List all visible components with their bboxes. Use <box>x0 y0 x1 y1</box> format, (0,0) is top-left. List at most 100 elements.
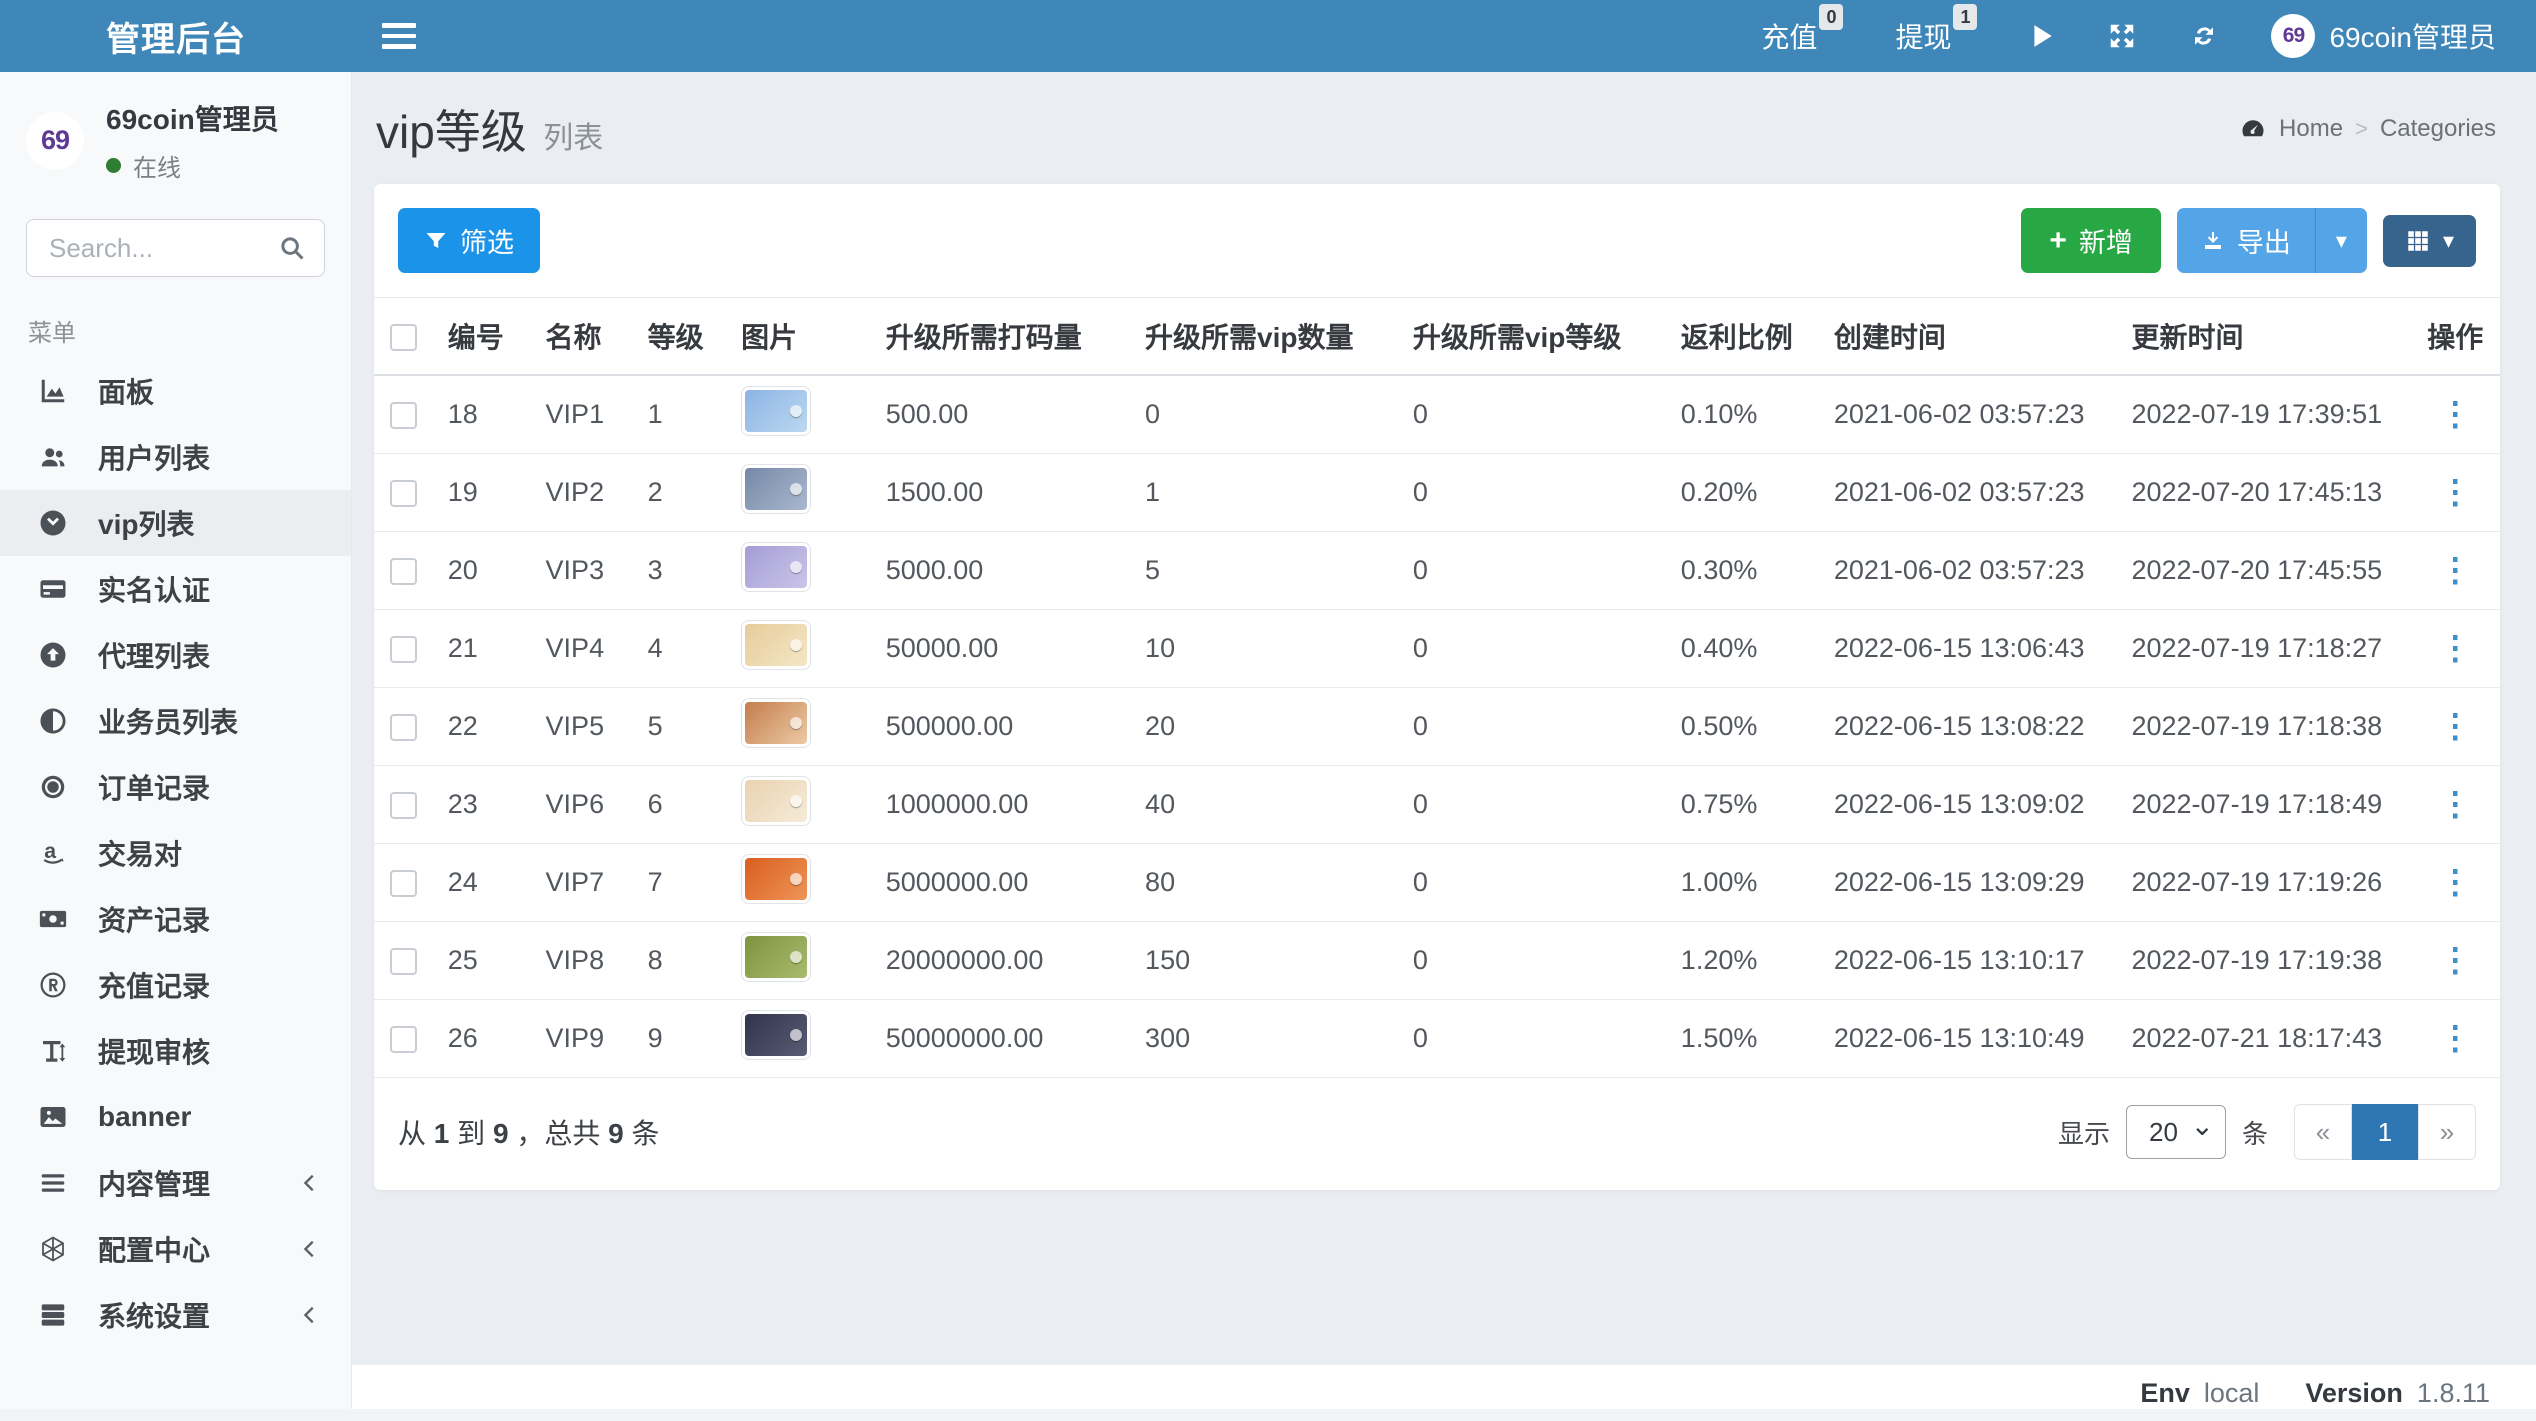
row-actions-button[interactable]: ⋮ <box>2439 865 2472 898</box>
cell-id: 18 <box>437 375 536 454</box>
vip-image-thumbnail[interactable] <box>741 386 812 436</box>
sidebar-item-banner[interactable]: banner <box>0 1084 351 1150</box>
cell-rebate: 1.00% <box>1670 843 1824 922</box>
sidebar-item-面板[interactable]: 面板 <box>0 358 351 424</box>
cell-vip-level: 0 <box>1402 687 1671 766</box>
vip-image-thumbnail[interactable] <box>741 776 812 826</box>
breadcrumb-separator: > <box>2355 116 2368 141</box>
cell-name: VIP8 <box>535 921 638 1000</box>
dashboard-icon <box>2239 115 2267 143</box>
prev-page-button[interactable]: « <box>2294 1104 2352 1160</box>
next-page-button[interactable]: » <box>2418 1104 2476 1160</box>
sidebar-item-配置中心[interactable]: 配置中心 <box>0 1216 351 1282</box>
page-size-select[interactable]: 20 <box>2125 1105 2226 1159</box>
cell-vip-level: 0 <box>1402 921 1671 1000</box>
columns-toggle-button[interactable]: ▾ <box>2382 214 2476 267</box>
sidebar-item-业务员列表[interactable]: 业务员列表 <box>0 688 351 754</box>
vip-image-thumbnail[interactable] <box>741 698 812 748</box>
vip-table: 编号 名称 等级 图片 升级所需打码量 升级所需vip数量 升级所需vip等级 返利比例 创建时… <box>374 297 2500 1078</box>
fullscreen-icon[interactable] <box>2107 21 2137 51</box>
row-actions-button[interactable]: ⋮ <box>2439 1021 2472 1054</box>
row-actions-button[interactable]: ⋮ <box>2439 787 2472 820</box>
sidebar-item-内容管理[interactable]: 内容管理 <box>0 1150 351 1216</box>
row-checkbox[interactable] <box>390 402 417 430</box>
env-value: local <box>2203 1377 2260 1408</box>
refresh-icon[interactable] <box>2189 21 2219 51</box>
table-row: 22 VIP5 5 500000.00 20 0 0.50% 2022-06-15 13:08… <box>374 687 2500 766</box>
column-header: 等级 <box>637 297 732 376</box>
vip-image-thumbnail[interactable] <box>741 542 812 592</box>
vip-image-thumbnail[interactable] <box>741 854 812 904</box>
row-actions-button[interactable]: ⋮ <box>2439 553 2472 586</box>
cell-rebate: 0.40% <box>1670 609 1824 688</box>
cell-level: 1 <box>637 375 732 454</box>
sidebar-item-系统设置[interactable]: 系统设置 <box>0 1282 351 1348</box>
page-size-label: 显示 <box>2057 1118 2110 1149</box>
sidebar-item-实名认证[interactable]: 实名认证 <box>0 556 351 622</box>
cell-bet-amount: 5000000.00 <box>875 843 1136 922</box>
add-button[interactable]: + 新增 <box>2021 208 2161 273</box>
vip-image-thumbnail[interactable] <box>741 932 812 982</box>
recharge-nav-item[interactable]: 充值 0 <box>1761 4 1844 56</box>
breadcrumb-home-link[interactable]: Home <box>2279 115 2343 143</box>
cell-level: 6 <box>637 765 732 844</box>
sidebar-item-资产记录[interactable]: 资产记录 <box>0 886 351 952</box>
table-row: 21 VIP4 4 50000.00 10 0 0.40% 2022-06-15 13:06:… <box>374 609 2500 688</box>
vip-image-thumbnail[interactable] <box>741 464 812 514</box>
download-icon <box>2201 229 2225 253</box>
row-checkbox[interactable] <box>390 714 417 742</box>
recharge-label: 充值 <box>1761 22 1818 53</box>
sidebar-item-用户列表[interactable]: 用户列表 <box>0 424 351 490</box>
cell-created-at: 2022-06-15 13:09:29 <box>1823 843 2122 922</box>
cell-id: 26 <box>437 999 536 1078</box>
table-row: 24 VIP7 7 5000000.00 80 0 1.00% 2022-06-15 13:0… <box>374 843 2500 922</box>
chevron-left-icon <box>299 1238 321 1260</box>
sidebar-item-订单记录[interactable]: 订单记录 <box>0 754 351 820</box>
row-actions-button[interactable]: ⋮ <box>2439 943 2472 976</box>
search-icon[interactable] <box>277 233 307 263</box>
play-icon[interactable] <box>2029 22 2055 50</box>
select-all-checkbox[interactable] <box>390 324 417 352</box>
row-actions-button[interactable]: ⋮ <box>2439 709 2472 742</box>
row-checkbox[interactable] <box>390 480 417 508</box>
column-header: 创建时间 <box>1823 297 2122 376</box>
sidebar-item-vip列表[interactable]: vip列表 <box>0 490 351 556</box>
row-checkbox[interactable] <box>390 636 417 664</box>
row-checkbox[interactable] <box>390 558 417 586</box>
cell-updated-at: 2022-07-19 17:19:38 <box>2121 921 2411 1000</box>
sidebar-item-充值记录[interactable]: 充值记录 <box>0 952 351 1018</box>
vip-image-thumbnail[interactable] <box>741 1010 812 1060</box>
row-actions-button[interactable]: ⋮ <box>2439 475 2472 508</box>
toolbar-right: + 新增 导出 ▾ ▾ <box>2021 208 2476 273</box>
amazon-a-icon: a <box>38 838 84 868</box>
filter-button[interactable]: 筛选 <box>398 208 540 273</box>
sidebar-item-代理列表[interactable]: 代理列表 <box>0 622 351 688</box>
page-1-button[interactable]: 1 <box>2352 1104 2418 1160</box>
table-footer: 从 1 到 9 ，总共 9 条 显示 20 条 « 1 » <box>374 1078 2500 1190</box>
cell-vip-count: 40 <box>1135 765 1403 844</box>
sidebar-item-交易对[interactable]: a 交易对 <box>0 820 351 886</box>
row-actions-button[interactable]: ⋮ <box>2439 397 2472 430</box>
export-dropdown-toggle[interactable]: ▾ <box>2314 208 2367 273</box>
row-actions-button[interactable]: ⋮ <box>2439 631 2472 664</box>
sidebar-item-提现审核[interactable]: 提现审核 <box>0 1018 351 1084</box>
navbar-user-menu[interactable]: 69 69coin管理员 <box>2271 14 2496 58</box>
cell-bet-amount: 20000000.00 <box>875 921 1136 1000</box>
row-checkbox[interactable] <box>390 1026 417 1054</box>
row-checkbox[interactable] <box>390 792 417 820</box>
cell-updated-at: 2022-07-20 17:45:13 <box>2121 453 2411 532</box>
column-header: 升级所需打码量 <box>875 297 1136 376</box>
sidebar-item-label: 资产记录 <box>98 905 211 936</box>
plus-icon: + <box>2049 223 2067 257</box>
withdraw-nav-item[interactable]: 提现 1 <box>1895 4 1978 56</box>
cell-level: 2 <box>637 453 732 532</box>
row-checkbox[interactable] <box>390 948 417 976</box>
horizontal-scrollbar[interactable] <box>0 1409 2536 1421</box>
chevron-left-icon <box>299 1304 321 1326</box>
row-checkbox[interactable] <box>390 870 417 898</box>
export-button[interactable]: 导出 <box>2176 208 2315 273</box>
cell-created-at: 2022-06-15 13:10:17 <box>1823 921 2122 1000</box>
vip-image-thumbnail[interactable] <box>741 620 812 670</box>
hamburger-menu-button[interactable] <box>382 0 416 72</box>
brand-title[interactable]: 管理后台 <box>0 0 352 72</box>
